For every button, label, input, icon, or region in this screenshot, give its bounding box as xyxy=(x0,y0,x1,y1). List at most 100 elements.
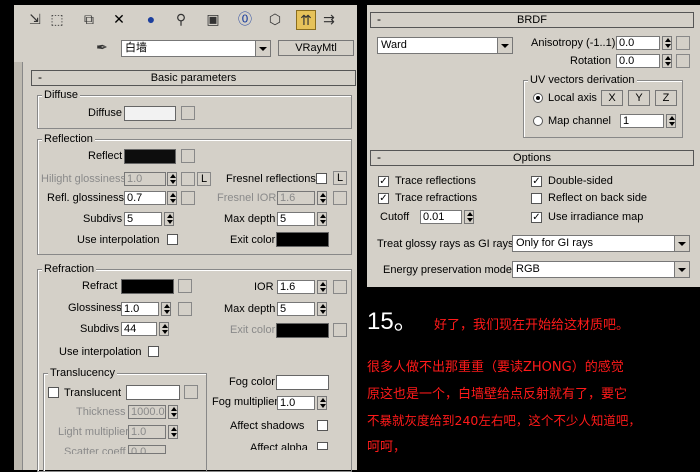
refraction-max-depth-input[interactable]: 5 xyxy=(277,302,315,316)
fresnel-ior-map-button[interactable] xyxy=(333,191,347,205)
material-name-combo[interactable]: 白墙 xyxy=(121,40,271,57)
refraction-max-depth-spinner[interactable] xyxy=(317,302,327,316)
basic-parameters-rollout[interactable]: - Basic parameters xyxy=(31,70,356,86)
chevron-down-icon[interactable] xyxy=(255,41,270,56)
refraction-exit-color-map-button[interactable] xyxy=(333,323,347,337)
fresnel-ior-spinner[interactable] xyxy=(317,191,327,205)
anisotropy-label: Anisotropy (-1..1) xyxy=(531,37,616,49)
hilight-glossiness-input[interactable]: 1.0 xyxy=(124,172,166,186)
map-channel-input[interactable]: 1 xyxy=(620,114,664,128)
double-sided-checkbox[interactable]: ✓ xyxy=(531,176,542,187)
reflection-max-depth-spinner[interactable] xyxy=(317,212,327,226)
diffuse-map-button[interactable] xyxy=(181,106,195,120)
ior-input[interactable]: 1.6 xyxy=(277,280,315,294)
affect-alpha-checkbox[interactable] xyxy=(317,442,328,450)
chevron-down-icon[interactable] xyxy=(674,236,689,251)
axis-z-button[interactable]: Z xyxy=(655,90,677,106)
brdf-type-combo[interactable]: Ward xyxy=(377,37,513,54)
refract-map-button[interactable] xyxy=(178,279,192,293)
anisotropy-map-button[interactable] xyxy=(676,36,690,50)
chevron-down-icon[interactable] xyxy=(674,262,689,277)
thickness-input[interactable]: 1000.0 xyxy=(128,405,166,419)
light-multiplier-spinner[interactable] xyxy=(168,425,178,439)
rotation-spinner[interactable] xyxy=(662,54,672,68)
anisotropy-input[interactable]: 0.0 xyxy=(616,36,660,50)
refraction-glossiness-map-button[interactable] xyxy=(178,302,192,316)
ior-map-button[interactable] xyxy=(333,280,347,294)
collapse-icon[interactable]: - xyxy=(377,150,381,164)
go-to-parent-icon[interactable]: ⇈ xyxy=(296,10,316,30)
refraction-exit-color-swatch[interactable] xyxy=(276,323,329,338)
pick-material-eyedropper-icon[interactable]: ✒ xyxy=(96,39,108,56)
reflect-on-back-side-checkbox[interactable] xyxy=(531,193,542,204)
show-end-result-icon[interactable]: ⬡ xyxy=(266,10,284,28)
fresnel-lock-button[interactable]: L xyxy=(333,171,347,185)
refract-color-swatch[interactable] xyxy=(121,279,174,294)
diffuse-color-swatch[interactable] xyxy=(124,106,176,121)
refl-glossiness-spinner[interactable] xyxy=(167,191,177,205)
reflection-subdivs-spinner[interactable] xyxy=(164,212,174,226)
refl-glossiness-map-button[interactable] xyxy=(181,191,195,205)
fog-color-swatch[interactable] xyxy=(276,375,329,390)
map-channel-radio[interactable] xyxy=(533,116,543,126)
reset-map-icon[interactable]: ⧉ xyxy=(80,10,98,28)
use-irradiance-map-checkbox[interactable]: ✓ xyxy=(531,212,542,223)
translucent-color-swatch[interactable] xyxy=(126,385,180,400)
trace-reflections-checkbox[interactable]: ✓ xyxy=(378,176,389,187)
refraction-subdivs-input[interactable]: 44 xyxy=(121,322,157,336)
delete-icon[interactable]: ✕ xyxy=(110,10,128,28)
energy-preservation-combo[interactable]: RGB xyxy=(512,261,690,278)
thickness-spinner[interactable] xyxy=(168,405,178,419)
refraction-subdivs-spinner[interactable] xyxy=(159,322,169,336)
show-map-icon[interactable]: ⓪ xyxy=(236,10,254,28)
vertical-scrollbar[interactable] xyxy=(14,62,23,470)
refraction-glossiness-spinner[interactable] xyxy=(161,302,171,316)
material-type-button[interactable]: VRayMtl xyxy=(278,40,354,56)
reflection-subdivs-input[interactable]: 5 xyxy=(124,212,162,226)
rotation-input[interactable]: 0.0 xyxy=(616,54,660,68)
cutoff-input[interactable]: 0.01 xyxy=(420,210,462,224)
material-id-icon[interactable]: ▣ xyxy=(204,10,222,28)
ior-spinner[interactable] xyxy=(317,280,327,294)
map-channel-spinner[interactable] xyxy=(666,114,676,128)
rotation-map-button[interactable] xyxy=(676,54,690,68)
glossy-gi-combo[interactable]: Only for GI rays xyxy=(512,235,690,252)
uv-vectors-group-title: UV vectors derivation xyxy=(528,74,637,86)
scatter-coeff-input[interactable]: 0.0 xyxy=(128,445,166,454)
collapse-icon[interactable]: - xyxy=(38,70,42,84)
brdf-rollout[interactable]: - BRDF xyxy=(370,12,694,28)
local-axis-radio[interactable] xyxy=(533,93,543,103)
make-unique-icon[interactable]: ● xyxy=(142,10,160,28)
reflection-use-interpolation-checkbox[interactable] xyxy=(167,234,178,245)
refraction-glossiness-input[interactable]: 1.0 xyxy=(121,302,159,316)
light-multiplier-input[interactable]: 1.0 xyxy=(128,425,166,439)
collapse-icon[interactable]: - xyxy=(377,12,381,26)
translucent-checkbox[interactable] xyxy=(48,387,59,398)
axis-x-button[interactable]: X xyxy=(601,90,623,106)
refl-glossiness-input[interactable]: 0.7 xyxy=(124,191,166,205)
affect-shadows-checkbox[interactable] xyxy=(317,420,328,431)
put-to-scene-icon[interactable]: ⇲ xyxy=(26,10,44,28)
hilight-glossiness-spinner[interactable] xyxy=(167,172,177,186)
hilight-lock-button[interactable]: L xyxy=(197,172,211,186)
hilight-glossiness-map-button[interactable] xyxy=(181,172,195,186)
reflect-color-swatch[interactable] xyxy=(124,149,176,164)
refraction-use-interpolation-checkbox[interactable] xyxy=(148,346,159,357)
options-rollout[interactable]: - Options xyxy=(370,150,694,166)
go-forward-icon[interactable]: ⇉ xyxy=(320,10,338,28)
anisotropy-spinner[interactable] xyxy=(662,36,672,50)
fog-multiplier-spinner[interactable] xyxy=(317,396,327,410)
cutoff-spinner[interactable] xyxy=(464,210,474,224)
fog-multiplier-input[interactable]: 1.0 xyxy=(277,396,315,410)
reflection-max-depth-input[interactable]: 5 xyxy=(277,212,315,226)
fresnel-ior-input[interactable]: 1.6 xyxy=(277,191,315,205)
translucent-map-button[interactable] xyxy=(184,385,198,399)
chevron-down-icon[interactable] xyxy=(497,38,512,53)
reflection-exit-color-swatch[interactable] xyxy=(276,232,329,247)
put-to-library-icon[interactable]: ⚲ xyxy=(172,10,190,28)
trace-refractions-checkbox[interactable]: ✓ xyxy=(378,193,389,204)
axis-y-button[interactable]: Y xyxy=(628,90,650,106)
fresnel-reflections-checkbox[interactable] xyxy=(316,173,327,184)
reflect-map-button[interactable] xyxy=(181,149,195,163)
assign-material-icon[interactable]: ⬚ xyxy=(48,10,66,28)
